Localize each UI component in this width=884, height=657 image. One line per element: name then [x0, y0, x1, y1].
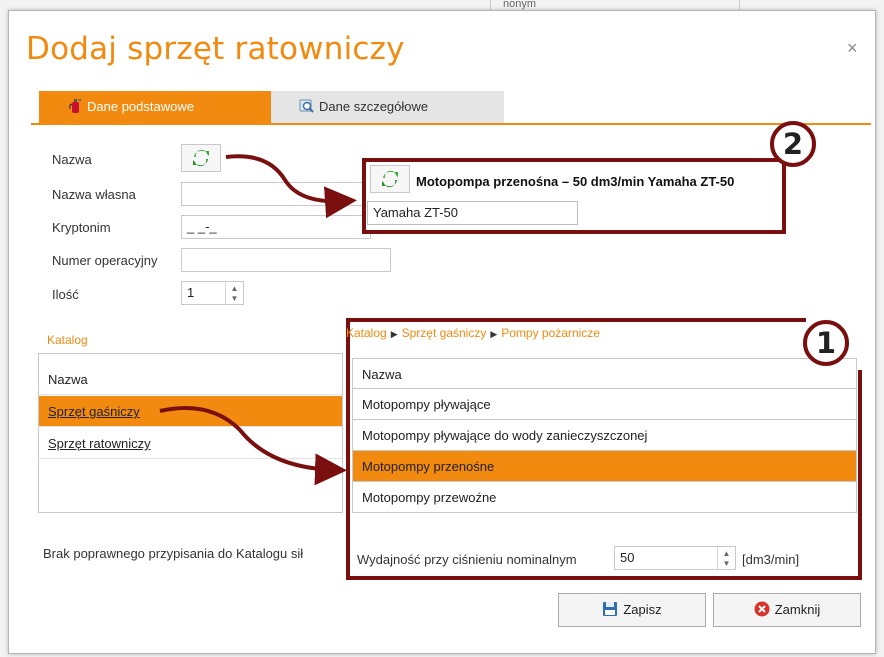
arrow-to-callout-1 [159, 406, 347, 486]
annotation-arrows [159, 154, 357, 486]
arrow-to-callout-2 [225, 154, 357, 219]
